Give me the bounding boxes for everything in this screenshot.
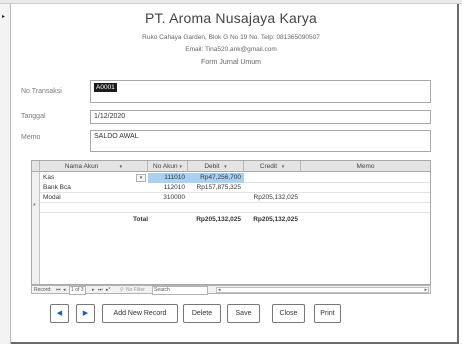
add-new-record-button[interactable]: Add New Record [102, 304, 178, 323]
tanggal-label: Tanggal [21, 113, 46, 120]
total-debit: Rp205,132,025 [196, 216, 241, 223]
last-record-icon[interactable]: ⏭ [98, 287, 103, 294]
sort-arrow-icon: ▾ [179, 164, 182, 170]
header-credit-label: Credit [259, 163, 278, 170]
company-email: Email: Tina520.ank@gmail.com [185, 46, 277, 53]
header-no-akun-label: No Akun [153, 163, 178, 170]
header-nama-akun-label: Nama Akun [64, 163, 99, 170]
table-row[interactable]: Kas ▾ 111010 Rp47,256,700 [40, 173, 430, 183]
tanggal-value: 1/12/2020 [94, 113, 126, 120]
journal-datasheet[interactable]: Nama Akun ▾ No Akun ▾ Debit ▾ Credit ▾ M… [31, 160, 431, 285]
cell-memo[interactable] [301, 173, 430, 183]
total-credit: Rp205,132,025 [253, 216, 298, 223]
horizontal-scrollbar[interactable]: ◂ ▸ [216, 287, 429, 293]
cell-memo[interactable] [301, 193, 430, 203]
header-debit-label: Debit [204, 163, 220, 170]
tanggal-field[interactable]: 1/12/2020 [90, 110, 431, 124]
company-address: Ruko Cahaya Garden, Blok G No 19 No. Tel… [142, 34, 320, 41]
cell-nama-akun[interactable]: Modal [40, 193, 148, 203]
total-label: Total [133, 216, 149, 223]
header-memo[interactable]: Memo [301, 161, 430, 172]
delete-button[interactable]: Delete [183, 304, 221, 323]
cell-credit[interactable] [244, 183, 301, 193]
print-button[interactable]: Print [314, 304, 341, 323]
table-row[interactable]: Bank Bca 112010 Rp157,875,325 [40, 183, 430, 193]
no-transaksi-label: No Transaksi [21, 88, 62, 95]
chevron-down-icon[interactable]: ▾ [136, 174, 146, 182]
memo-value: SALDO AWAL [94, 133, 139, 140]
record-position-field[interactable]: 1 of 3 [69, 286, 86, 295]
previous-record-button[interactable]: ◀ [50, 304, 69, 323]
total-row: Total Rp205,132,025 Rp205,132,025 [40, 215, 430, 225]
header-debit[interactable]: Debit ▾ [188, 161, 244, 172]
next-record-button[interactable]: ▶ [76, 304, 95, 323]
sort-arrow-icon: ▾ [278, 164, 285, 170]
scroll-left-icon[interactable]: ◂ [218, 287, 221, 294]
search-input[interactable]: Search [152, 286, 208, 295]
first-record-icon[interactable]: ⏮ [56, 287, 61, 294]
close-button[interactable]: Close [272, 304, 305, 323]
save-button[interactable]: Save [227, 304, 260, 323]
cell-debit[interactable]: Rp157,875,325 [188, 183, 244, 193]
new-record-row[interactable] [40, 203, 430, 213]
cell-debit[interactable] [188, 193, 244, 203]
cell-no-akun[interactable]: 310000 [148, 193, 188, 203]
cell-nama-akun[interactable]: Bank Bca [40, 183, 148, 193]
datasheet-header: Nama Akun ▾ No Akun ▾ Debit ▾ Credit ▾ M… [32, 161, 430, 172]
header-memo-label: Memo [356, 163, 375, 170]
header-no-akun[interactable]: No Akun ▾ [148, 161, 188, 172]
header-credit[interactable]: Credit ▾ [244, 161, 301, 172]
record-selector-bar[interactable]: ▸ [0, 4, 11, 344]
prev-record-icon[interactable]: ◂ [63, 287, 66, 294]
cell-nama-akun[interactable]: Kas [40, 173, 148, 183]
cell-no-akun[interactable]: 112010 [148, 183, 188, 193]
record-navigation-bar: Record: ⏮ ◂ 1 of 3 ▸ ⏭ ▸* ⚲ No Filter Se… [31, 285, 431, 295]
new-record-star-icon: * [33, 203, 36, 210]
cell-memo[interactable] [301, 183, 430, 193]
form-title: Form Jurnal Umum [201, 59, 261, 66]
sort-arrow-icon: ▾ [100, 164, 123, 170]
cell-debit[interactable]: Rp47,256,700 [188, 173, 244, 183]
cell-credit[interactable]: Rp205,132,025 [244, 193, 301, 203]
table-row[interactable]: Modal 310000 Rp205,132,025 [40, 193, 430, 203]
sort-arrow-icon: ▾ [221, 164, 227, 170]
row-selector-column[interactable] [32, 172, 40, 284]
record-label: Record: [34, 287, 52, 293]
cell-no-akun[interactable]: 111010 [148, 173, 188, 183]
no-transaksi-field[interactable]: A0001 [90, 80, 431, 103]
company-title: PT. Aroma Nusajaya Karya [144, 10, 318, 26]
scroll-right-icon[interactable]: ▸ [424, 287, 427, 294]
memo-label: Memo [21, 134, 41, 141]
cell-credit[interactable] [244, 173, 301, 183]
filter-status[interactable]: No Filter [126, 287, 145, 294]
memo-field[interactable]: SALDO AWAL [90, 130, 431, 152]
header-selector[interactable] [32, 161, 40, 172]
header-nama-akun[interactable]: Nama Akun ▾ [40, 161, 148, 172]
no-transaksi-value: A0001 [94, 83, 117, 92]
new-record-icon[interactable]: ▸* [106, 287, 110, 294]
filter-icon[interactable]: ⚲ [120, 287, 124, 294]
next-record-icon[interactable]: ▸ [92, 287, 95, 294]
